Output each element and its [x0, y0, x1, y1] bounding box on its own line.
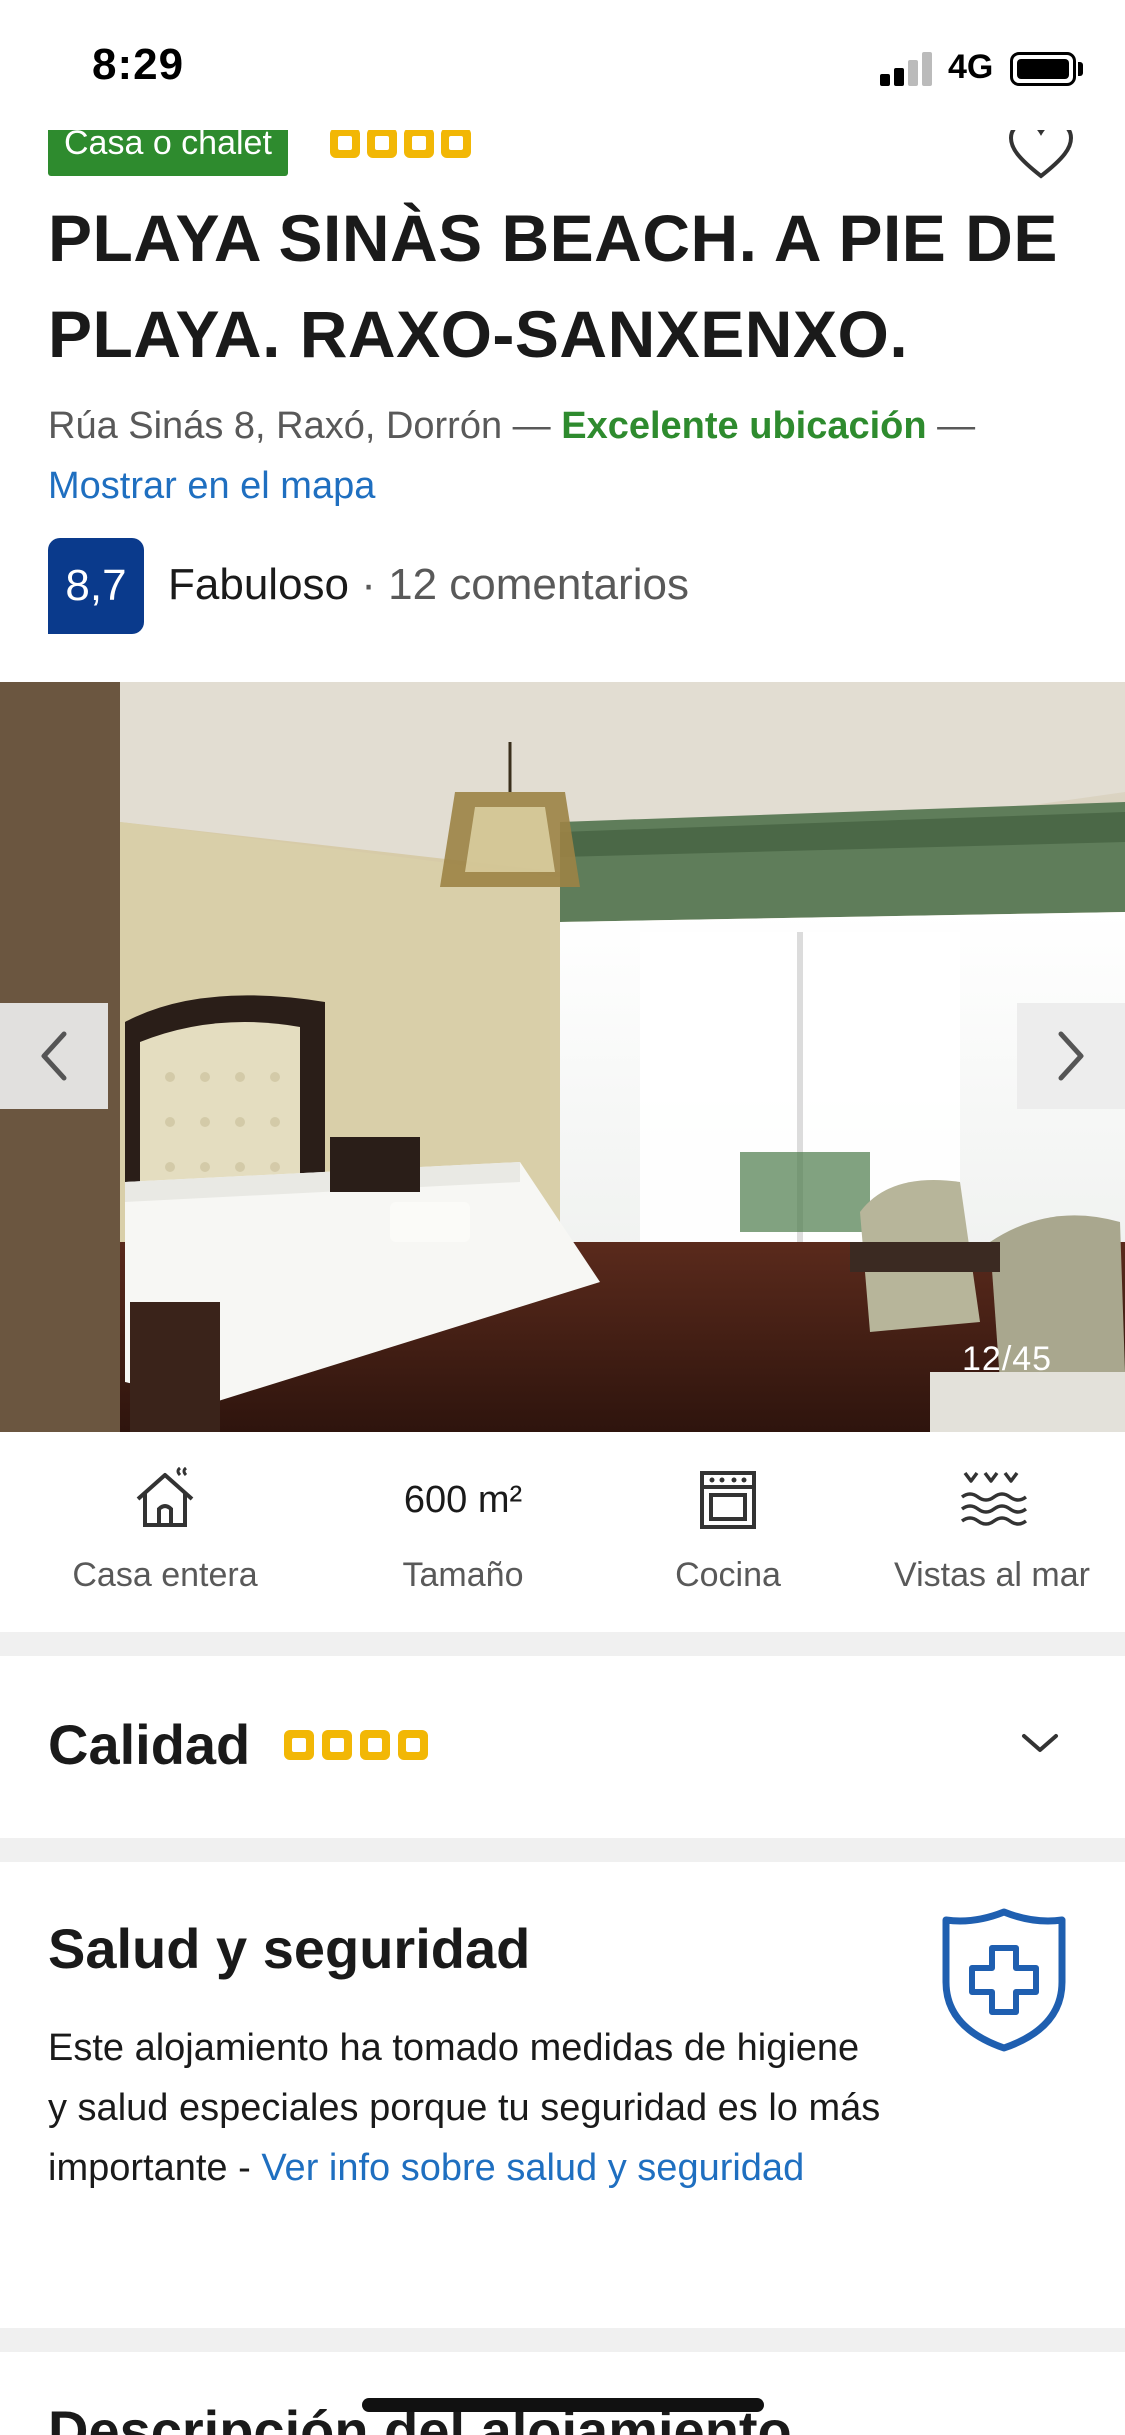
size-value: 600 m²	[403, 1479, 523, 1521]
quality-star-rating	[284, 1730, 428, 1760]
feature-size: 600 m² Tamaño	[323, 1462, 603, 1595]
rating-square-icon	[398, 1730, 428, 1760]
next-photo-button[interactable]	[1017, 1003, 1125, 1109]
feature-label: Cocina	[675, 1556, 781, 1594]
separator: —	[512, 405, 551, 447]
chevron-down-icon[interactable]	[1018, 1728, 1062, 1758]
review-score-badge: 8,7	[48, 538, 144, 634]
feature-label: Tamaño	[402, 1556, 524, 1594]
sea-view-icon	[960, 1471, 1027, 1526]
rating-square-icon	[360, 1730, 390, 1760]
health-safety-title: Salud y seguridad	[48, 1917, 531, 1980]
feature-kitchen: Cocina	[588, 1462, 868, 1595]
photo-counter: 12/45	[962, 1340, 1053, 1378]
address-line: Rúa Sinás 8, Raxó, Dorrón — Excelente ub…	[48, 396, 1098, 516]
show-on-map-link[interactable]: Mostrar en el mapa	[48, 465, 375, 507]
review-count: · 12 comentarios	[361, 560, 689, 609]
shield-plus-icon	[942, 1908, 1066, 2052]
star-rating	[330, 128, 471, 158]
rating-square-icon	[330, 128, 360, 158]
rating-square-icon	[441, 128, 471, 158]
rating-square-icon	[322, 1730, 352, 1760]
rating-square-icon	[367, 128, 397, 158]
health-info-link[interactable]: Ver info sobre salud y seguridad	[261, 2147, 804, 2189]
section-divider	[0, 1632, 1125, 1656]
chevron-right-icon	[1058, 1031, 1084, 1081]
health-safety-text: Este alojamiento ha tomado medidas de hi…	[48, 2018, 888, 2198]
bedroom-photo-illustration	[0, 682, 1125, 1432]
feature-sea-view: Vistas al mar	[852, 1462, 1125, 1595]
status-bar: 8:29 4G	[0, 0, 1125, 130]
property-photo[interactable]	[0, 682, 1125, 1432]
previous-photo-button[interactable]	[0, 1003, 108, 1109]
battery-icon	[1010, 52, 1076, 86]
feature-entire-house: Casa entera	[25, 1462, 305, 1595]
section-divider	[0, 1838, 1125, 1862]
rating-square-icon	[404, 128, 434, 158]
separator: —	[937, 405, 976, 447]
features-row: Casa entera 600 m² Tamaño Cocina Vistas …	[0, 1432, 1125, 1632]
rating-square-icon	[284, 1730, 314, 1760]
address-text: Rúa Sinás 8, Raxó, Dorrón	[48, 405, 503, 447]
review-summary[interactable]: Fabuloso · 12 comentarios	[168, 560, 689, 610]
section-divider	[0, 2328, 1125, 2352]
feature-label: Casa entera	[72, 1556, 258, 1594]
cellular-signal-icon	[880, 52, 938, 86]
house-icon	[136, 1467, 194, 1527]
status-time: 8:29	[92, 40, 185, 89]
chevron-left-icon	[41, 1031, 67, 1081]
feature-label: Vistas al mar	[894, 1556, 1090, 1594]
property-title: PLAYA SINÀS BEACH. A PIE DE PLAYA. RAXO-…	[48, 201, 1058, 371]
network-type: 4G	[948, 48, 994, 86]
home-indicator[interactable]	[362, 2398, 764, 2412]
location-highlight: Excelente ubicación	[561, 405, 927, 447]
battery-tip	[1078, 62, 1083, 76]
score-label: Fabuloso	[168, 560, 350, 609]
oven-icon	[700, 1471, 756, 1529]
quality-title[interactable]: Calidad	[48, 1712, 250, 1777]
